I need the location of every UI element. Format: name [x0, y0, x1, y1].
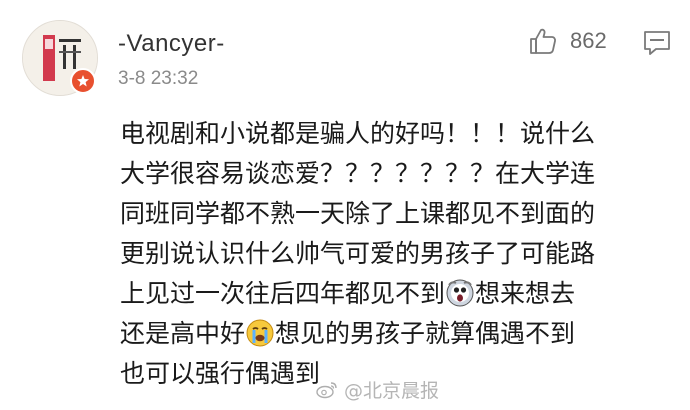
comment-line-with-emoji: 还是高中好 想见的男孩子就算偶遇不到 [120, 314, 680, 354]
comment-text: 想见的男孩子就算偶遇不到 [275, 319, 576, 348]
watermark: @北京晨报 [316, 376, 439, 403]
comment-text: 想来想去 [475, 279, 576, 308]
comment-line: 大学很容易谈恋爱？？？？？？？在大学连 [120, 159, 596, 188]
timestamp: 3-8 23:32 [118, 68, 199, 89]
reply-button[interactable] [642, 28, 672, 58]
comment-icon [644, 31, 670, 55]
thumbs-up-icon [530, 28, 556, 54]
watermark-text: @北京晨报 [344, 380, 440, 402]
crying-emoji-icon [246, 319, 274, 347]
verified-badge-icon [70, 68, 96, 94]
comment-line: 电视剧和小说都是骗人的好吗！！！说什么 [120, 119, 596, 148]
scream-emoji-icon [446, 279, 474, 307]
comment-text: 上见过一次往后四年都见不到 [120, 279, 446, 308]
comment-text: 还是高中好 [120, 319, 246, 348]
weibo-icon [316, 381, 337, 398]
like-button[interactable]: 862 [528, 24, 640, 58]
comment-line: 更别说认识什么帅气可爱的男孩子了可能路 [120, 239, 596, 268]
username[interactable]: -Vancyer- [118, 30, 225, 58]
comment-line: 同班同学都不熟一天除了上课都见不到面的 [120, 199, 596, 228]
like-count: 862 [570, 28, 607, 53]
comment-line-with-emoji: 上见过一次往后四年都见不到 想来想去 [120, 274, 680, 314]
comment-body: 电视剧和小说都是骗人的好吗！！！说什么 大学很容易谈恋爱？？？？？？？在大学连 … [120, 114, 680, 394]
